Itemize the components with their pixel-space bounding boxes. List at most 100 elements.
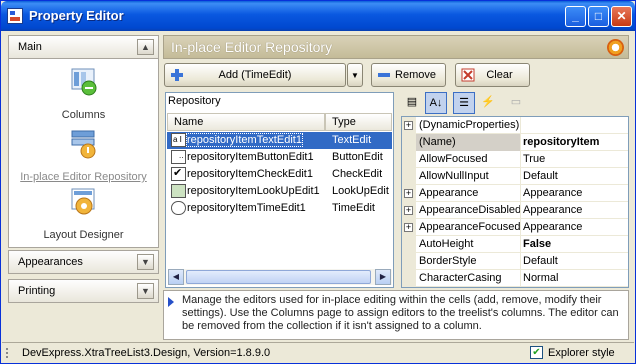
explorer-style-label[interactable]: Explorer style [548,347,615,359]
group-main-body: Columns In-place Editor Repository Layou… [8,59,159,248]
add-button[interactable]: Add (TimeEdit) [164,63,346,87]
scroll-right-icon[interactable]: ▶ [375,269,391,285]
info-arrow-icon [168,297,174,307]
property-row[interactable]: + AppearanceDisabled Appearance [402,202,628,219]
property-row[interactable]: + (DynamicProperties) [402,117,628,134]
row-name: repositoryItemCheckEdit1 [187,168,313,180]
property-pages-icon[interactable]: ▭ [505,92,527,114]
property-value[interactable]: repositoryItem [523,136,599,148]
table-row[interactable]: repositoryItemLookUpEdit1 LookUpEdit [167,183,392,200]
description-panel: Manage the editors used for in-place edi… [163,290,629,340]
row-name: repositoryItemTextEdit1 [186,133,303,147]
column-header-name[interactable]: Name [167,113,325,131]
property-row[interactable]: (Name) repositoryItem [402,134,628,151]
timeedit-icon [171,201,186,215]
row-type: LookUpEdit [332,185,389,197]
property-value[interactable]: True [523,153,545,165]
remove-button[interactable]: Remove [371,63,446,87]
property-name: Appearance [419,187,479,199]
clear-button-label: Clear [486,69,513,81]
table-row[interactable]: repositoryItemTimeEdit1 TimeEdit [167,200,392,217]
chevron-down-icon[interactable]: ▼ [137,254,154,270]
expand-icon[interactable]: + [404,189,413,198]
table-row[interactable]: .. repositoryItemButtonEdit1 ButtonEdit [167,149,392,166]
explorer-style-checkbox[interactable]: ✔ [530,346,543,359]
property-grid: + (DynamicProperties) (Name) repositoryI… [401,116,629,288]
group-printing-header[interactable]: Printing ▼ [8,279,159,303]
property-name: AutoHeight [419,238,474,250]
row-type: ButtonEdit [332,151,383,163]
nav-item-in-place-editor-repository[interactable]: In-place Editor Repository [9,171,158,183]
property-value[interactable]: Normal [523,272,558,284]
property-name: (DynamicProperties) [419,119,520,131]
app-icon [7,8,23,24]
navigation-panel: Main ▲ Columns In-place Editor Repositor… [8,35,159,303]
maximize-button[interactable]: □ [588,6,609,27]
property-name: AppearanceDisabled [419,204,522,216]
property-row[interactable]: AllowFocused True [402,151,628,168]
nav-item-layout-designer[interactable]: Layout Designer [9,229,158,241]
dropdown-arrow-icon: ▼ [351,71,359,80]
property-row[interactable]: AutoHeight False [402,236,628,253]
window-title: Property Editor [29,8,124,23]
checkedit-icon: ✔ [171,167,186,181]
row-type: CheckEdit [332,168,383,180]
clear-button[interactable]: Clear [455,63,530,87]
row-name: repositoryItemButtonEdit1 [187,151,314,163]
property-row[interactable]: CharacterCasing Normal [402,270,628,287]
grip-icon [6,348,14,358]
devexpress-logo-icon [607,39,624,56]
minimize-button[interactable]: _ [565,6,586,27]
column-header-type[interactable]: Type [325,113,392,131]
group-main-label: Main [18,41,42,53]
alphabetical-sort-icon[interactable]: A↓ [425,92,447,114]
property-value[interactable]: Appearance [523,221,582,233]
horizontal-scrollbar[interactable]: ◀ ▶ [168,269,392,285]
close-button[interactable]: ✕ [611,6,632,27]
clear-icon [461,68,475,82]
title-bar[interactable]: Property Editor _ □ ✕ [1,1,635,31]
property-name: AllowFocused [419,153,488,165]
textedit-icon: a I [171,133,186,147]
property-value[interactable]: Appearance [523,204,582,216]
property-grid-toolbar: ▤ A↓ ☰ ⚡ ▭ [401,92,629,114]
property-row[interactable]: BorderStyle Default [402,253,628,270]
property-value[interactable]: Default [523,170,558,182]
property-name: CharacterCasing [419,272,502,284]
page-title: In-place Editor Repository [171,39,333,55]
scroll-left-icon[interactable]: ◀ [168,269,184,285]
row-type: TextEdit [332,134,372,146]
property-row[interactable]: AllowNullInput Default [402,168,628,185]
table-row[interactable]: ✔ repositoryItemCheckEdit1 CheckEdit [167,166,392,183]
chevron-down-icon[interactable]: ▼ [137,283,154,299]
property-value[interactable]: Default [523,255,558,267]
property-value[interactable]: False [523,238,551,250]
layout-designer-icon[interactable] [69,187,99,217]
expand-icon[interactable]: + [404,223,413,232]
group-appearances-header[interactable]: Appearances ▼ [8,250,159,274]
expand-icon[interactable]: + [404,121,413,130]
expand-icon[interactable]: + [404,206,413,215]
property-row[interactable]: + Appearance Appearance [402,185,628,202]
categorized-icon[interactable]: ▤ [401,92,423,114]
repository-icon[interactable] [69,129,99,159]
status-text: DevExpress.XtraTreeList3.Design, Version… [22,347,271,359]
row-type: TimeEdit [332,202,375,214]
properties-icon[interactable]: ☰ [453,92,475,114]
lookupedit-icon [171,184,186,198]
property-value[interactable]: Appearance [523,187,582,199]
property-row[interactable]: + AppearanceFocused Appearance [402,219,628,236]
repository-title: Repository [168,95,221,107]
chevron-up-icon[interactable]: ▲ [137,39,154,55]
table-row[interactable]: a I repositoryItemTextEdit1 TextEdit [167,132,392,149]
columns-icon[interactable] [69,67,99,97]
group-printing-label: Printing [18,285,56,297]
add-dropdown-button[interactable]: ▼ [347,63,363,87]
repository-list: Repository Name Type a I repositoryItemT… [165,92,394,288]
property-editor-window: Property Editor _ □ ✕ Main ▲ Columns In-… [0,0,636,364]
nav-item-columns[interactable]: Columns [9,109,158,121]
add-button-label: Add (TimeEdit) [218,69,292,81]
group-main-header[interactable]: Main ▲ [8,35,159,59]
scrollbar-thumb[interactable] [186,270,371,284]
events-icon[interactable]: ⚡ [477,92,499,114]
